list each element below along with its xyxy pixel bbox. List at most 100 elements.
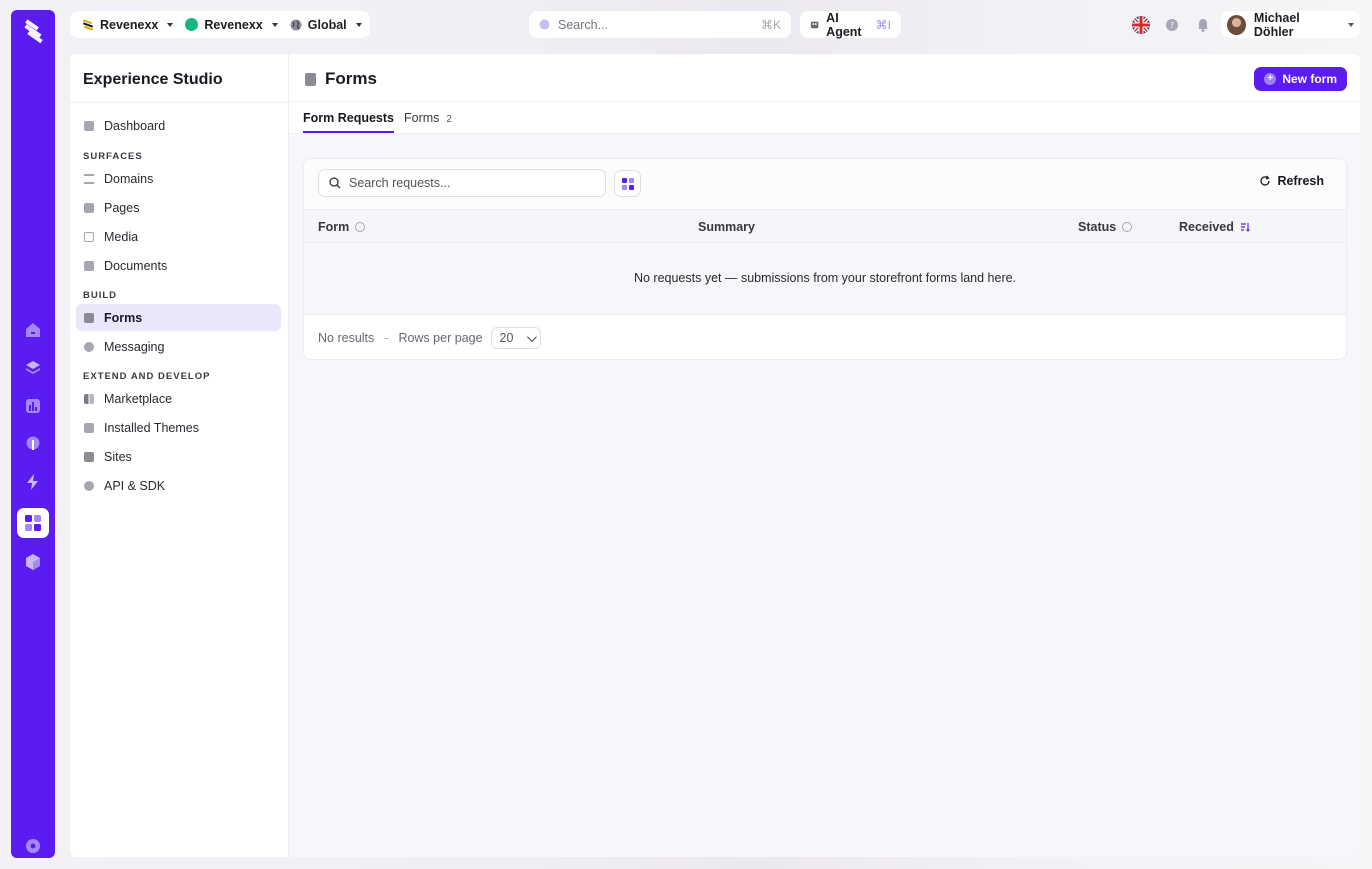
global-search-shortcut: ⌘K [760,17,781,32]
table-header: Form Summary Status Received [304,209,1346,243]
sidebar-item-api-sdk[interactable]: API & SDK [76,472,281,499]
chevron-down-icon [271,22,278,27]
rail-settings-gear-icon[interactable] [17,831,49,861]
global-search[interactable]: Search... ⌘K [529,11,791,38]
table-toolbar: Refresh [304,159,1346,209]
bell-icon[interactable] [1195,17,1211,33]
help-icon[interactable]: ? [1164,17,1180,33]
avatar [1227,14,1246,35]
view-toggle-button[interactable] [614,170,641,197]
sidebar-item-messaging[interactable]: Messaging [76,333,281,360]
sidebar-item-label: API & SDK [104,478,166,493]
sidebar-item-media[interactable]: Media [76,223,281,250]
sidebar-item-forms[interactable]: Forms [76,304,281,331]
ai-agent-shortcut: ⌘I [875,17,891,32]
refresh-icon [1260,175,1271,186]
tab-bar: Form Requests Forms 2 [289,102,1360,134]
new-form-label: New form [1282,72,1337,86]
sidebar-item-label: Sites [104,449,132,464]
search-requests-input[interactable] [349,176,589,190]
rail-experience-studio-icon[interactable] [17,508,49,538]
sidebar-item-label: Pages [104,200,140,215]
sidebar-item-marketplace[interactable]: Marketplace [76,385,281,412]
sidebar-section-surfaces: SURFACES [83,151,143,162]
sidebar-item-label: Dashboard [104,118,166,133]
empty-state-row: No requests yet — submissions from your … [304,243,1346,315]
rows-per-page-select[interactable]: 20 [490,327,542,349]
svg-text:?: ? [1170,21,1174,30]
media-icon [84,231,94,242]
column-header-summary: Summary [698,220,755,234]
user-menu[interactable]: Michael Döhler [1221,10,1360,39]
pages-icon [84,202,94,213]
rail-lightning-icon[interactable] [17,467,49,497]
rail-bulb-icon[interactable] [17,429,49,459]
sort-descending-icon [1240,223,1250,232]
sites-icon [84,451,94,462]
column-header-received[interactable]: Received [1179,220,1250,234]
rail-cube-icon[interactable] [17,547,49,577]
chat-bubble-icon [84,341,94,352]
brand-logo-icon[interactable] [19,18,47,46]
separator: - [384,331,389,345]
empty-state-message: No requests yet — submissions from your … [633,271,1017,285]
refresh-button[interactable]: Refresh [1259,174,1324,188]
divider [70,102,289,103]
sidebar-item-label: Marketplace [104,391,173,406]
sort-icon [1122,222,1133,232]
sidebar-item-pages[interactable]: Pages [76,194,281,221]
tab-label: Forms [404,111,440,125]
dashboard-icon [84,120,94,131]
context-switcher: Revenexx Revenexx Global [70,11,370,38]
sidebar-item-label: Forms [104,310,143,325]
org-label: Revenexx [100,17,159,32]
new-form-button[interactable]: + New form [1254,67,1347,91]
org-logo-icon [82,18,94,31]
column-label: Status [1078,220,1117,234]
app-rail [11,10,55,858]
sidebar-item-label: Domains [104,171,154,186]
region-selector[interactable]: Global [284,11,368,38]
rail-layers-icon[interactable] [17,353,49,383]
tab-form-requests[interactable]: Form Requests [303,111,394,133]
column-label: Received [1179,220,1234,234]
results-count: No results [318,331,375,345]
rail-analytics-icon[interactable] [17,391,49,421]
clipboard-icon [305,73,316,86]
sidebar-item-label: Documents [104,258,168,273]
sidebar-section-build: BUILD [83,290,118,301]
sidebar-item-sites[interactable]: Sites [76,443,281,470]
page-title: Forms [325,69,377,88]
plus-icon: + [1264,73,1277,85]
sidebar-item-installed-themes[interactable]: Installed Themes [76,414,281,441]
tab-forms[interactable]: Forms 2 [404,111,452,133]
uk-flag-language-icon[interactable] [1132,16,1150,34]
documents-icon [84,260,94,271]
sidebar-item-domains[interactable]: Domains [76,165,281,192]
org-selector[interactable]: Revenexx [76,11,179,38]
sidebar-item-label: Installed Themes [104,420,199,435]
sidebar-section-extend: EXTEND AND DEVELOP [83,371,211,382]
column-header-form[interactable]: Form [318,220,366,234]
user-name: Michael Döhler [1253,10,1300,39]
search-requests-field[interactable] [318,169,606,197]
sidebar-item-label: Media [104,229,139,244]
ai-agent-button[interactable]: AI Agent ⌘I [800,11,901,39]
chevron-down-icon [167,22,174,27]
themes-icon [84,422,94,433]
sidebar-item-documents[interactable]: Documents [76,252,281,279]
rail-home-icon[interactable] [17,315,49,345]
sidebar-item-dashboard[interactable]: Dashboard [76,112,281,139]
column-header-status[interactable]: Status [1078,220,1133,234]
rows-per-page-value: 20 [499,331,514,345]
global-search-placeholder: Search... [558,17,609,32]
workspace-card: Experience Studio Dashboard SURFACES Dom… [70,54,1360,857]
domains-icon [84,173,94,184]
requests-table-panel: Refresh Form Summary Status Received [303,158,1347,360]
column-label: Summary [698,220,755,234]
search-icon [539,19,550,30]
store-status-dot-icon [185,18,199,31]
tab-count-badge: 2 [446,114,452,125]
table-pagination: No results - Rows per page 20 [318,327,542,349]
store-selector[interactable]: Revenexx [179,11,283,38]
